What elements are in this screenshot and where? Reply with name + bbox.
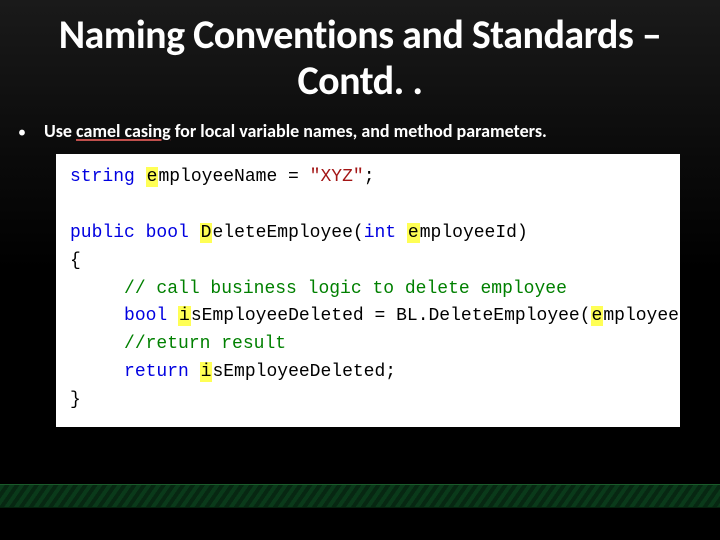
code-line-7: //return result: [70, 331, 666, 359]
code-line-blank: [70, 192, 666, 220]
bullet-underlined: camel casing: [76, 120, 171, 142]
code-line-1: string employeeName = "XYZ";: [70, 164, 666, 192]
kw-string: string: [70, 167, 135, 187]
line1-end: ;: [364, 167, 375, 187]
hl-var2: i: [178, 306, 191, 326]
slide: Naming Conventions and Standards – Contd…: [0, 0, 720, 540]
hl-param: e: [407, 223, 420, 243]
hl-var3: i: [200, 362, 213, 382]
bullet-text: Use camel casing for local variable name…: [44, 120, 547, 142]
bullet-dot-icon: •: [18, 122, 26, 144]
var2-rest: sEmployeeDeleted = BL.DeleteEmployee(: [191, 306, 591, 326]
line6-end: );: [701, 306, 720, 326]
method-rest: eleteEmployee(: [212, 223, 363, 243]
var1-rest: mployeeName =: [158, 167, 309, 187]
kw-bool: bool: [146, 223, 189, 243]
kw-public: public: [70, 223, 135, 243]
footer-decoration: [0, 484, 720, 508]
arg-rest: mployeeId: [603, 306, 700, 326]
bullet-suffix: for local variable names, and method par…: [171, 120, 547, 142]
slide-title: Naming Conventions and Standards – Contd…: [0, 0, 720, 118]
kw-int: int: [364, 223, 396, 243]
hl-arg: e: [591, 306, 604, 326]
var3-rest: sEmployeeDeleted;: [212, 362, 396, 382]
param-rest: mployeeId): [420, 223, 528, 243]
hl-method: D: [200, 223, 213, 243]
code-line-9: }: [70, 387, 666, 415]
code-line-5: // call business logic to delete employe…: [70, 276, 666, 304]
kw-return: return: [124, 362, 189, 382]
code-line-8: return isEmployeeDeleted;: [70, 359, 666, 387]
code-line-3: public bool DeleteEmployee(int employeeI…: [70, 220, 666, 248]
code-line-4: {: [70, 248, 666, 276]
comment-1: // call business logic to delete employe…: [124, 279, 567, 299]
code-line-6: bool isEmployeeDeleted = BL.DeleteEmploy…: [70, 303, 666, 331]
kw-bool-2: bool: [124, 306, 167, 326]
bullet-prefix: Use: [44, 120, 76, 142]
hl-var1: e: [146, 167, 159, 187]
string-literal: "XYZ": [310, 167, 364, 187]
bullet-item: • Use camel casing for local variable na…: [0, 120, 720, 144]
code-block: string employeeName = "XYZ"; public bool…: [56, 154, 680, 427]
comment-2: //return result: [124, 334, 286, 354]
